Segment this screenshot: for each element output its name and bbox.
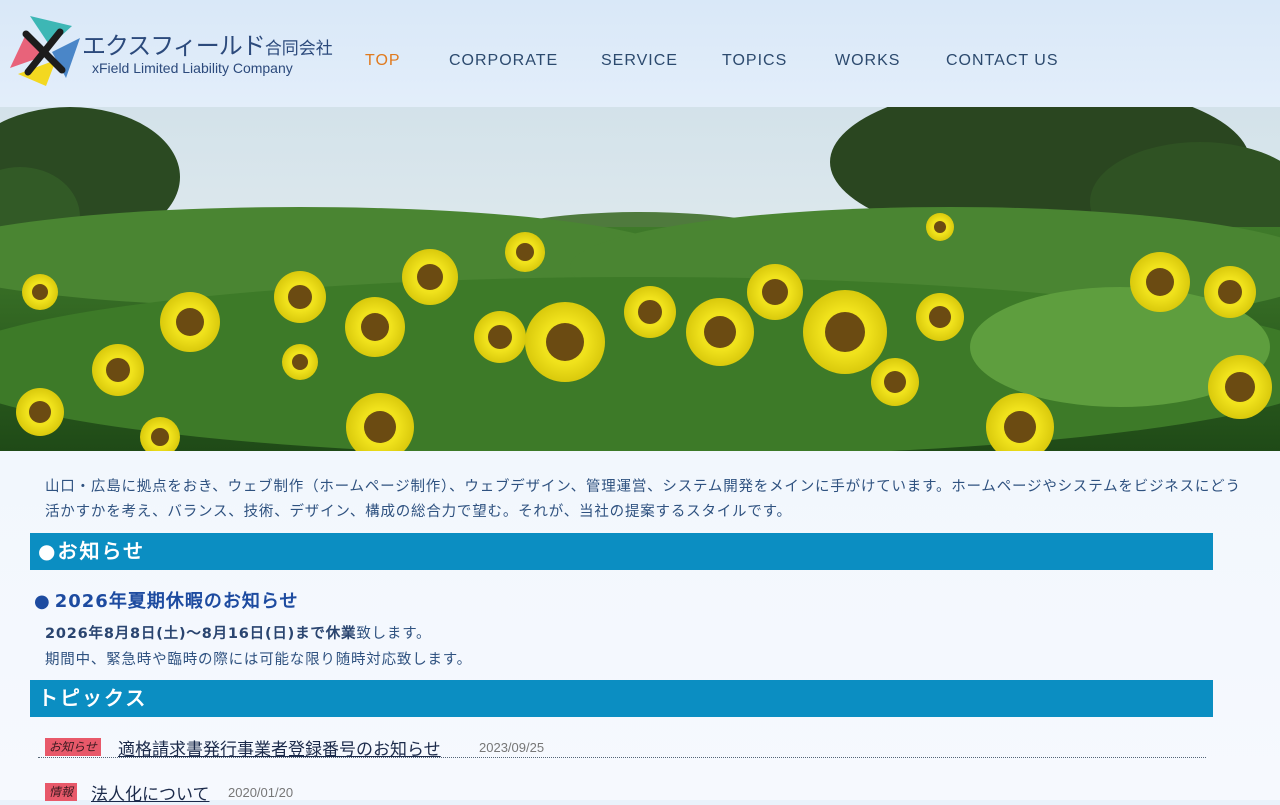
topic-category-badge: 情報 bbox=[45, 783, 78, 801]
nav-item-works[interactable]: WORKS bbox=[835, 52, 900, 70]
logo-name-jp: エクスフィールド合同会社 bbox=[82, 32, 333, 60]
topic-date: 2020/01/20 bbox=[228, 785, 294, 800]
nav-item-topics[interactable]: TOPICS bbox=[722, 52, 787, 70]
sunflower-field-illustration bbox=[0, 107, 1280, 451]
intro-text: 山口・広島に拠点をおき、ウェブ制作（ホームページ制作）、ウェブデザイン、管理運営… bbox=[45, 479, 1241, 520]
news-line-1: 2026年8月8日(土)〜8月16日(日)まで休業致します。 bbox=[45, 621, 472, 647]
news-section-header: ●お知らせ bbox=[30, 533, 1213, 570]
topics-section-header: トピックス bbox=[30, 680, 1213, 717]
nav-item-contact-us[interactable]: CONTACT US bbox=[946, 52, 1059, 70]
xfield-logo-icon bbox=[10, 16, 80, 86]
news-body: 2026年8月8日(土)〜8月16日(日)まで休業致します。 期間中、緊急時や臨… bbox=[45, 621, 472, 673]
news-title[interactable]: ● 2026年夏期休暇のお知らせ bbox=[34, 587, 298, 613]
topic-link[interactable]: 適格請求書発行事業者登録番号のお知らせ bbox=[118, 735, 441, 760]
nav-item-top[interactable]: TOP bbox=[365, 52, 401, 70]
topic-date: 2023/09/25 bbox=[479, 740, 545, 755]
nav-item-service[interactable]: SERVICE bbox=[601, 52, 678, 70]
topic-link[interactable]: 法人化について bbox=[91, 780, 210, 805]
hero-image bbox=[0, 107, 1280, 451]
news-line-1-rest: 致します。 bbox=[356, 626, 432, 642]
news-line-2: 期間中、緊急時や臨時の際には可能な限り随時対応致します。 bbox=[45, 652, 472, 668]
nav-item-corporate[interactable]: CORPORATE bbox=[449, 52, 558, 70]
site-logo[interactable]: エクスフィールド合同会社 xField Limited Liability Co… bbox=[10, 16, 333, 88]
news-title-text: 2026年夏期休暇のお知らせ bbox=[54, 591, 299, 612]
topic-category-badge: お知らせ bbox=[45, 738, 101, 756]
topic-row: 情報 法人化について 2020/01/20 bbox=[38, 772, 1206, 805]
site-header: エクスフィールド合同会社 xField Limited Liability Co… bbox=[0, 0, 1280, 107]
topic-row: お知らせ 適格請求書発行事業者登録番号のお知らせ 2023/09/25 bbox=[38, 727, 1206, 760]
logo-name-en: xField Limited Liability Company bbox=[92, 60, 293, 76]
bullet-icon: ● bbox=[34, 591, 51, 612]
logo-name-suffix: 合同会社 bbox=[264, 39, 333, 59]
news-line-1-bold: 2026年8月8日(土)〜8月16日(日)まで休業 bbox=[45, 626, 357, 642]
